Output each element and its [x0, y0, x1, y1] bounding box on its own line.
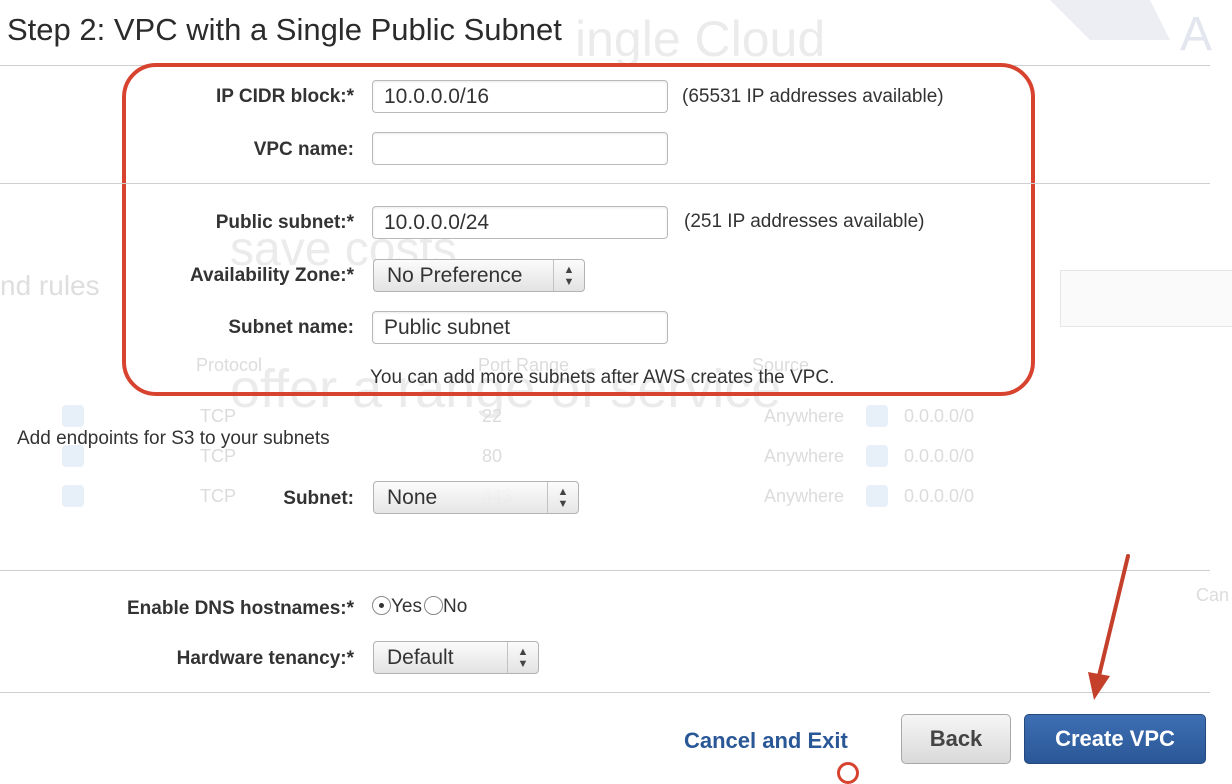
- subnet-name-label: Subnet name:: [228, 317, 354, 338]
- dns-yes-label[interactable]: Yes: [391, 596, 422, 617]
- background-cell: Anywhere: [764, 446, 845, 466]
- background-cell: Anywhere: [764, 406, 845, 426]
- dns-no-label[interactable]: No: [443, 596, 467, 617]
- hardware-tenancy-value: Default: [387, 646, 454, 669]
- cidr-input[interactable]: 10.0.0.0/16: [372, 80, 668, 113]
- background-source-chevron: [866, 405, 888, 427]
- background-cell: 80: [482, 446, 503, 466]
- dns-yes-radio[interactable]: [372, 596, 391, 615]
- vpc-name-label: VPC name:: [253, 139, 354, 160]
- updown-arrows-icon: ▲ ▼: [507, 642, 538, 673]
- updown-arrows-icon: ▲ ▼: [547, 482, 578, 513]
- create-vpc-button[interactable]: Create VPC: [1024, 714, 1206, 764]
- cidr-label: IP CIDR block:*: [216, 86, 354, 107]
- hardware-tenancy-select[interactable]: Default ▲ ▼: [373, 641, 539, 674]
- hardware-tenancy-label: Hardware tenancy:*: [176, 648, 354, 669]
- cancel-and-exit-link[interactable]: Cancel and Exit: [684, 728, 848, 754]
- public-subnet-availability-note: (251 IP addresses available): [684, 211, 925, 232]
- background-panel: [1060, 270, 1232, 327]
- dns-hostnames-label: Enable DNS hostnames:*: [127, 598, 354, 619]
- cursor-marker: [837, 762, 859, 784]
- dns-hostnames-radio-group: Yes No: [372, 596, 467, 618]
- cidr-availability-note: (65531 IP addresses available): [682, 86, 944, 107]
- public-subnet-label: Public subnet:*: [215, 212, 354, 233]
- background-cell: TCP: [200, 486, 236, 506]
- background-cell: TCP: [200, 406, 236, 426]
- endpoint-subnet-select[interactable]: None ▲ ▼: [373, 481, 579, 514]
- background-heading-1: ingle Cloud: [575, 11, 826, 67]
- background-logo-icon: A: [1050, 0, 1212, 60]
- endpoint-subnet-label: Subnet:: [283, 488, 354, 509]
- background-cell: 0.0.0.0/0: [904, 406, 975, 426]
- divider: [0, 570, 1210, 571]
- availability-zone-select[interactable]: No Preference ▲ ▼: [373, 259, 585, 292]
- background-row-chevron: [62, 485, 84, 507]
- endpoint-subnet-value: None: [387, 486, 438, 509]
- updown-arrows-icon: ▲ ▼: [553, 260, 584, 291]
- subnet-hint: You can add more subnets after AWS creat…: [370, 367, 835, 388]
- vpc-name-input[interactable]: [372, 132, 668, 165]
- divider: [0, 183, 1210, 184]
- background-cell: 22: [482, 406, 503, 426]
- background-row-chevron: [62, 405, 84, 427]
- endpoints-heading: Add endpoints for S3 to your subnets: [17, 428, 330, 449]
- background-section-label: nd rules: [0, 270, 100, 301]
- annotation-arrow-icon: [1088, 554, 1130, 700]
- public-subnet-input[interactable]: 10.0.0.0/24: [372, 206, 668, 239]
- background-source-chevron: [866, 445, 888, 467]
- subnet-name-input[interactable]: Public subnet: [372, 311, 668, 344]
- background-cell: 0.0.0.0/0: [904, 446, 975, 466]
- availability-zone-value: No Preference: [387, 264, 523, 287]
- availability-zone-label: Availability Zone:*: [190, 265, 354, 286]
- background-cell: Anywhere: [764, 486, 845, 506]
- svg-text:A: A: [1180, 8, 1212, 60]
- background-source-chevron: [866, 485, 888, 507]
- background-cell: 0.0.0.0/0: [904, 486, 975, 506]
- page-title: Step 2: VPC with a Single Public Subnet: [7, 12, 562, 47]
- back-button[interactable]: Back: [901, 714, 1011, 764]
- divider: [0, 692, 1210, 693]
- dns-no-radio[interactable]: [424, 596, 443, 615]
- background-corner-text: Can: [1196, 585, 1230, 605]
